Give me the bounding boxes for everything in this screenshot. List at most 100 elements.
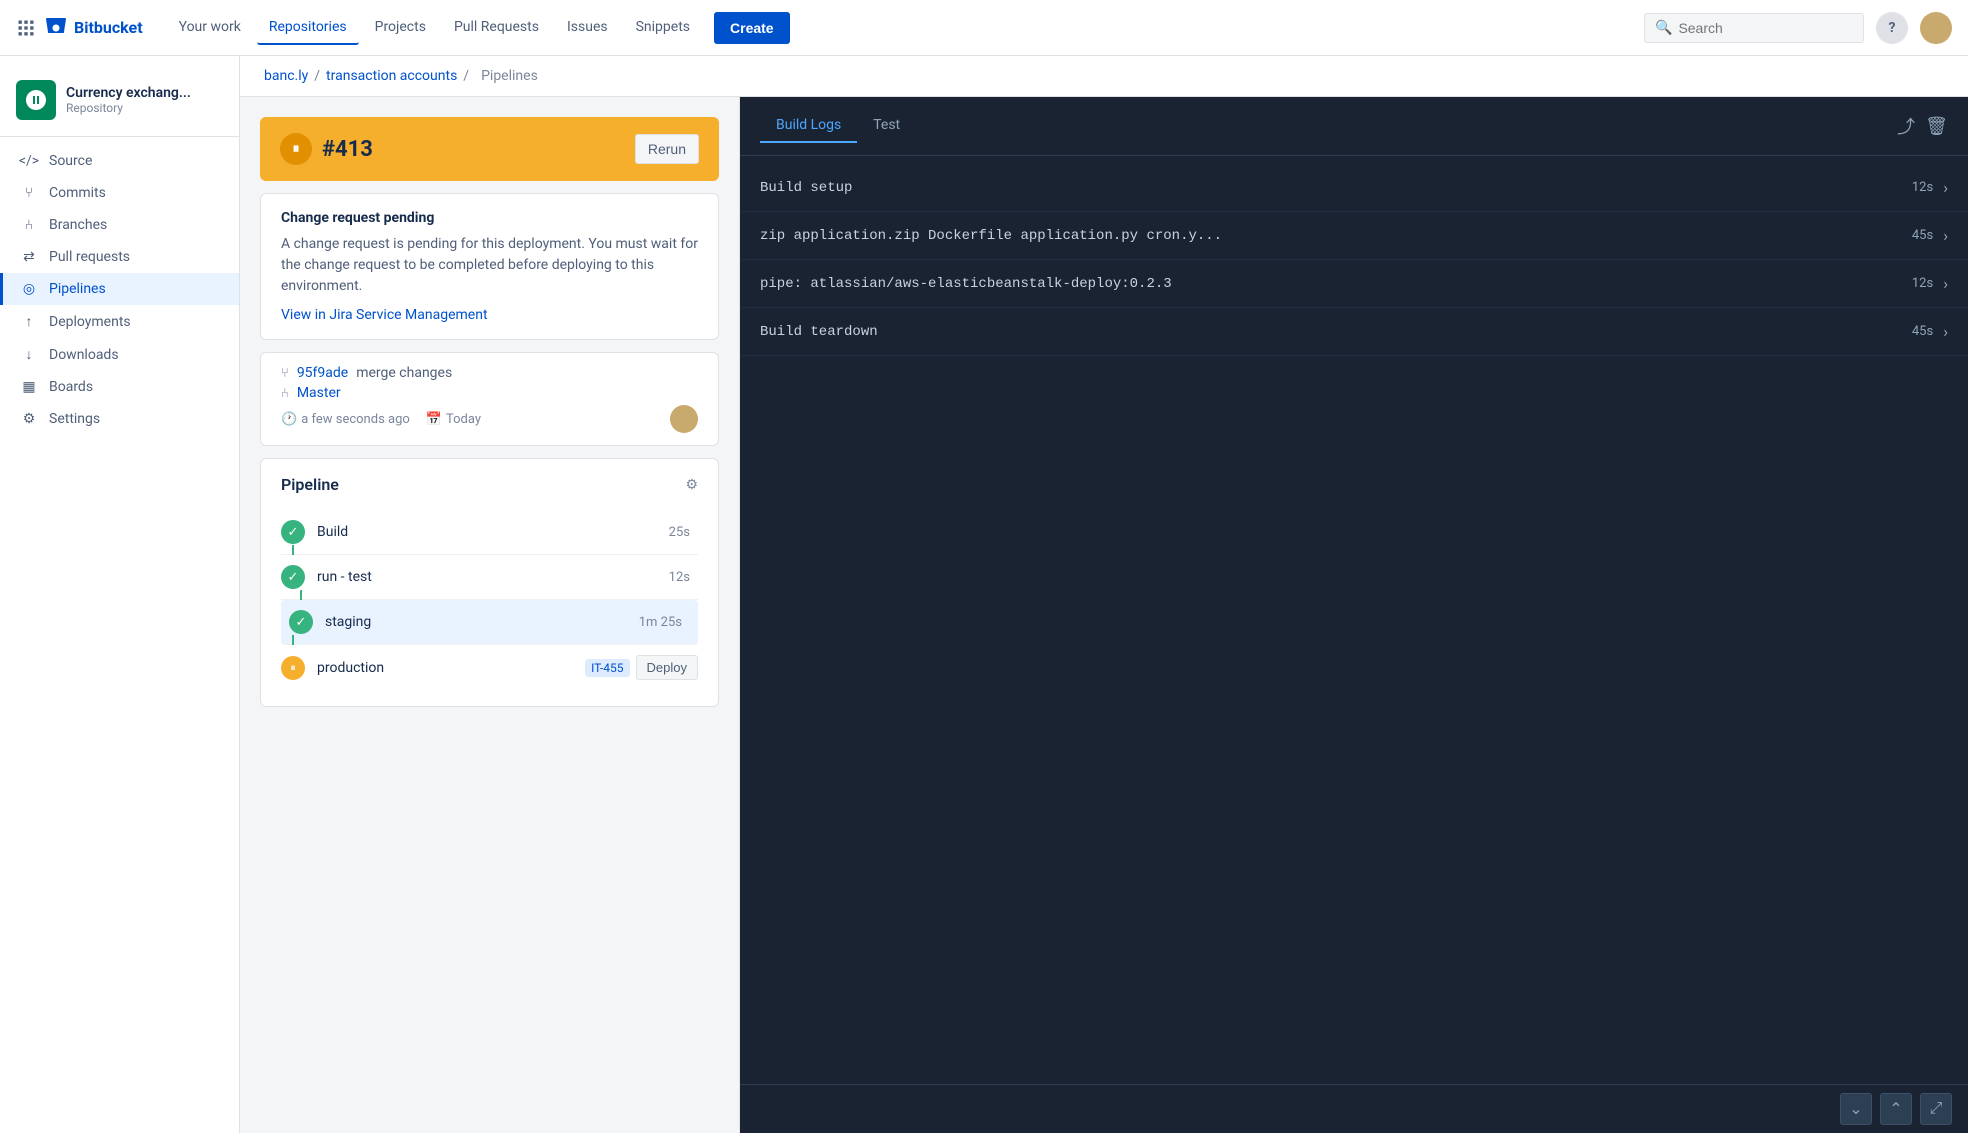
sidebar-item-pull-requests[interactable]: ⇄ Pull requests <box>0 241 239 273</box>
rerun-button[interactable]: Rerun <box>635 134 699 164</box>
search-input[interactable] <box>1678 20 1853 36</box>
user-avatar[interactable] <box>1920 12 1952 44</box>
commit-row-meta: 🕐 a few seconds ago 📅 Today <box>281 405 698 433</box>
nav-issues[interactable]: Issues <box>555 11 620 45</box>
sidebar-item-source[interactable]: </> Source <box>0 145 239 177</box>
sidebar-label-settings: Settings <box>49 411 100 427</box>
build-delete-icon[interactable]: 🗑 <box>1925 113 1948 139</box>
pipeline-settings-gear-icon[interactable]: ⚙ <box>685 477 698 493</box>
repo-name: Currency exchang... <box>66 85 191 101</box>
nav-repositories[interactable]: Repositories <box>257 11 359 45</box>
boards-icon: ▦ <box>19 379 39 395</box>
clock-icon: 🕐 <box>281 412 297 427</box>
sidebar-label-boards: Boards <box>49 379 93 395</box>
sidebar-label-pipelines: Pipelines <box>49 281 106 297</box>
commit-hash[interactable]: 95f9ade <box>297 365 348 381</box>
sidebar-item-settings[interactable]: ⚙ Settings <box>0 403 239 435</box>
logo-text: Bitbucket <box>74 18 143 37</box>
build-header-actions: ⤴ 🗑 <box>1897 113 1948 139</box>
breadcrumb-repo[interactable]: banc.ly <box>264 68 308 84</box>
log-item-teardown-right: 45s › <box>1912 322 1948 341</box>
pull-requests-icon: ⇄ <box>19 249 39 265</box>
topnav-right: 🔍 ? <box>1644 12 1952 44</box>
sidebar-label-deployments: Deployments <box>49 314 131 330</box>
commit-row-hash: ⑂ 95f9ade merge changes <box>281 365 698 381</box>
step-production-badge[interactable]: IT-455 <box>585 659 629 677</box>
log-item-build-setup-right: 12s › <box>1912 178 1948 197</box>
main-content: banc.ly / transaction accounts / Pipelin… <box>240 56 1968 1133</box>
sidebar-label-pull-requests: Pull requests <box>49 249 130 265</box>
help-button[interactable]: ? <box>1876 12 1908 44</box>
repo-icon <box>16 80 56 120</box>
pipeline-step-run-test: ✓ run - test 12s <box>281 555 698 600</box>
tab-build-logs[interactable]: Build Logs <box>760 109 857 143</box>
sidebar-item-commits[interactable]: ⑂ Commits <box>0 177 239 209</box>
scroll-up-button[interactable]: ⌃ <box>1880 1093 1912 1125</box>
sidebar-item-boards[interactable]: ▦ Boards <box>0 371 239 403</box>
topnav: Bitbucket Your work Repositories Project… <box>0 0 1968 56</box>
breadcrumb-pipelines: Pipelines <box>481 68 538 84</box>
bitbucket-logo[interactable]: Bitbucket <box>44 16 143 40</box>
source-icon: </> <box>19 153 39 169</box>
deploy-button[interactable]: Deploy <box>636 655 698 680</box>
sidebar-item-downloads[interactable]: ↓ Downloads <box>0 338 239 371</box>
search-box[interactable]: 🔍 <box>1644 13 1864 43</box>
chevron-right-icon-0: › <box>1943 178 1948 197</box>
pipeline-step-build: ✓ Build 25s <box>281 510 698 555</box>
pipelines-icon: ◎ <box>19 281 39 297</box>
branch-icon: ⑃ <box>281 386 289 401</box>
nav-snippets[interactable]: Snippets <box>624 11 702 45</box>
expand-button[interactable]: ⤢ <box>1920 1093 1952 1125</box>
log-item-teardown-duration: 45s <box>1912 324 1933 339</box>
commit-row-branch: ⑃ Master <box>281 385 698 401</box>
log-item-build-setup[interactable]: Build setup 12s › <box>740 164 1968 212</box>
breadcrumb: banc.ly / transaction accounts / Pipelin… <box>240 56 1968 97</box>
commit-time-label: a few seconds ago <box>301 412 410 427</box>
log-item-teardown[interactable]: Build teardown 45s › <box>740 308 1968 356</box>
grid-menu-icon[interactable] <box>16 18 36 38</box>
change-request-desc: A change request is pending for this dep… <box>281 234 698 297</box>
breadcrumb-sep2: / <box>463 68 469 84</box>
sidebar-item-deployments[interactable]: ↑ Deployments <box>0 305 239 338</box>
jira-service-management-link[interactable]: View in Jira Service Management <box>281 307 488 323</box>
sidebar-label-commits: Commits <box>49 185 106 201</box>
content-area: ⏸ #413 Rerun Change request pending A ch… <box>240 97 1968 1133</box>
step-connector-3 <box>292 635 294 645</box>
nav-pull-requests[interactable]: Pull Requests <box>442 11 551 45</box>
branch-name[interactable]: Master <box>297 385 341 401</box>
sidebar-item-branches[interactable]: ⑃ Branches <box>0 209 239 241</box>
chevron-right-icon-2: › <box>1943 274 1948 293</box>
step-staging-duration: 1m 25s <box>639 615 682 630</box>
build-logs-panel: Build Logs Test ⤴ 🗑 Build setup 12s › <box>740 97 1968 1133</box>
step-connector-2 <box>300 590 302 600</box>
downloads-icon: ↓ <box>19 346 39 363</box>
chevron-right-icon-3: › <box>1943 322 1948 341</box>
scroll-down-button[interactable]: ⌄ <box>1840 1093 1872 1125</box>
step-production-name: production <box>317 660 585 676</box>
log-item-pipe[interactable]: pipe: atlassian/aws-elasticbeanstalk-dep… <box>740 260 1968 308</box>
tab-test[interactable]: Test <box>857 109 916 143</box>
log-item-pipe-right: 12s › <box>1912 274 1948 293</box>
step-connector-1 <box>292 545 294 555</box>
log-item-pipe-name: pipe: atlassian/aws-elasticbeanstalk-dep… <box>760 276 1172 292</box>
pipeline-step-staging: ✓ staging 1m 25s <box>281 600 698 645</box>
log-item-zip-right: 45s › <box>1912 226 1948 245</box>
build-share-icon[interactable]: ⤴ <box>1897 113 1915 139</box>
step-staging-icon: ✓ <box>289 610 313 634</box>
calendar-icon: 📅 <box>426 412 442 427</box>
topnav-links: Your work Repositories Projects Pull Req… <box>167 11 1644 45</box>
create-button[interactable]: Create <box>714 12 790 44</box>
nav-projects[interactable]: Projects <box>363 11 438 45</box>
build-logs-header: Build Logs Test ⤴ 🗑 <box>740 97 1968 156</box>
search-icon: 🔍 <box>1655 20 1672 36</box>
log-empty-space <box>740 628 1968 1084</box>
sidebar-item-pipelines[interactable]: ◎ Pipelines <box>0 273 239 305</box>
log-item-teardown-name: Build teardown <box>760 324 878 340</box>
git-icon: ⑂ <box>281 366 289 381</box>
step-build-duration: 25s <box>669 525 690 540</box>
step-staging-name: staging <box>325 614 639 630</box>
nav-your-work[interactable]: Your work <box>167 11 253 45</box>
commit-date: 📅 Today <box>426 412 481 427</box>
log-item-zip[interactable]: zip application.zip Dockerfile applicati… <box>740 212 1968 260</box>
breadcrumb-transactions[interactable]: transaction accounts <box>326 68 457 84</box>
